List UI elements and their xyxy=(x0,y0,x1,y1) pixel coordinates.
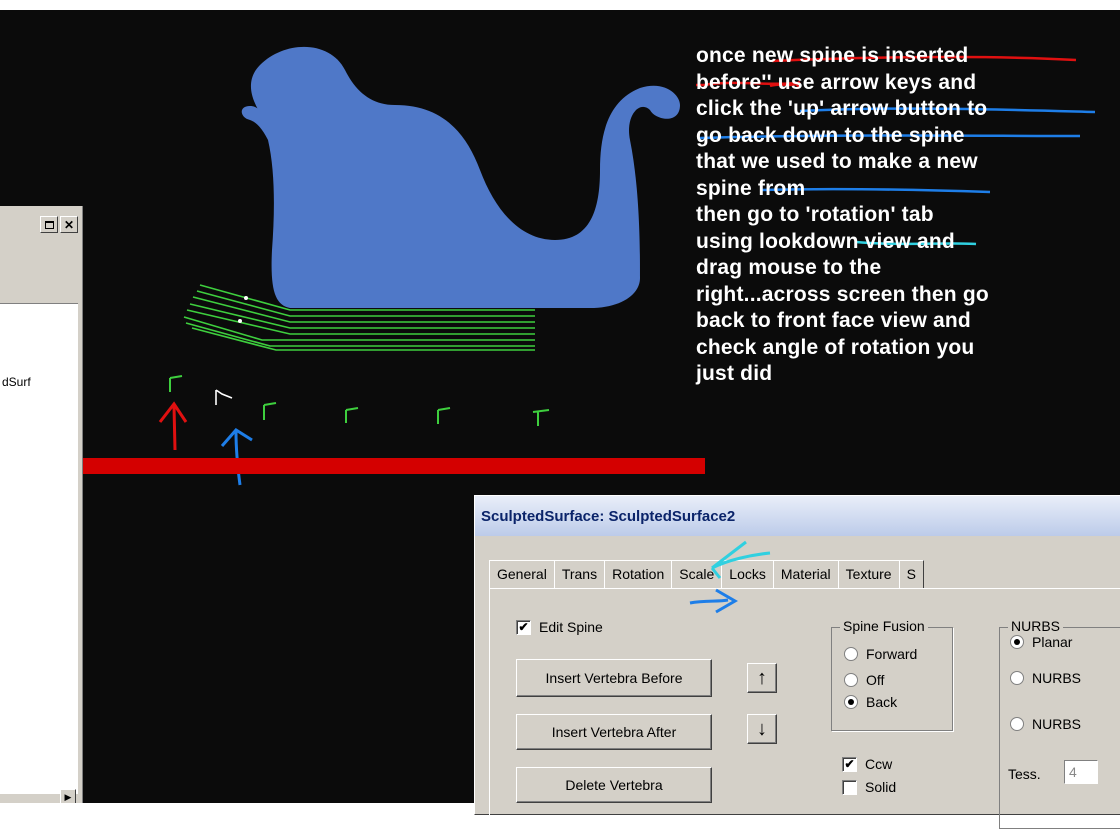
tab-locks[interactable]: Locks xyxy=(721,560,774,589)
checkbox-box xyxy=(842,779,857,795)
tab-scale[interactable]: Scale xyxy=(671,560,723,589)
dialog-title[interactable]: SculptedSurface: SculptedSurface2 xyxy=(475,496,1120,536)
tab-texture[interactable]: Texture xyxy=(837,560,900,589)
nurbs-group: NURBS Planar NURBS NURBS Tess. 4 xyxy=(999,618,1120,829)
annotation-line: right...across screen then go xyxy=(696,282,989,306)
radio-label: Forward xyxy=(866,646,918,662)
radio-dot xyxy=(844,647,858,661)
radio-nurbs-1[interactable]: NURBS xyxy=(1010,670,1081,686)
radio-nurbs-2[interactable]: NURBS xyxy=(1010,716,1081,732)
delete-vertebra-button[interactable]: Delete Vertebra xyxy=(516,767,712,803)
ground-bar xyxy=(83,458,705,474)
tab-strip: General Trans Rotation Scale Locks Mater… xyxy=(489,560,924,589)
solid-label: Solid xyxy=(865,779,897,795)
radio-dot-selected xyxy=(1010,635,1024,649)
radio-off[interactable]: Off xyxy=(844,672,884,688)
edit-spine-checkbox[interactable]: ✔ Edit Spine xyxy=(516,619,603,635)
annotation-line: just did xyxy=(696,362,773,385)
annotation-line: back to front face view and xyxy=(696,309,971,332)
annotation-line: check angle of rotation you xyxy=(696,335,975,359)
arrow-up-icon: ↑ xyxy=(757,666,767,689)
radio-back[interactable]: Back xyxy=(844,694,897,710)
annotation-line: spine from xyxy=(696,176,806,200)
radio-dot xyxy=(844,673,858,687)
radio-dot xyxy=(1010,671,1024,685)
annotation-line: that we used to make a new xyxy=(696,150,978,173)
checkbox-box: ✔ xyxy=(516,619,531,635)
radio-label: NURBS xyxy=(1032,670,1082,686)
instruction-annotation: once new spine is inserted before'' use … xyxy=(696,43,1116,388)
down-arrow-button[interactable]: ↓ xyxy=(747,714,777,744)
ccw-label: Ccw xyxy=(865,756,893,772)
arrow-down-icon: ↓ xyxy=(757,717,767,740)
nurbs-legend: NURBS xyxy=(1008,618,1064,634)
spine-fusion-legend: Spine Fusion xyxy=(840,618,928,634)
vertebra-marks xyxy=(169,375,550,426)
insert-vertebra-before-button[interactable]: Insert Vertebra Before xyxy=(516,659,712,697)
tab-material[interactable]: Material xyxy=(772,560,839,589)
sculpted-surface-dialog: SculptedSurface: SculptedSurface2 Genera… xyxy=(474,495,1120,829)
tess-label: Tess. xyxy=(1008,766,1041,782)
annotation-line: once new spine is inserted xyxy=(696,44,969,67)
annotation-line: drag mouse to the xyxy=(696,256,882,279)
tab-rotation[interactable]: Rotation xyxy=(604,560,673,589)
red-arrow xyxy=(158,401,188,451)
spine-fusion-group: Spine Fusion Forward Off Back xyxy=(831,618,953,731)
tab-panel: ✔ Edit Spine Insert Vertebra Before Inse… xyxy=(489,588,1120,829)
checkbox-box: ✔ xyxy=(842,756,857,772)
ccw-checkbox[interactable]: ✔ Ccw xyxy=(842,756,892,772)
radio-forward[interactable]: Forward xyxy=(844,646,917,662)
edit-spine-label: Edit Spine xyxy=(539,619,603,635)
annotation-line: using lookdown view and xyxy=(696,229,955,253)
tess-input[interactable]: 4 xyxy=(1064,760,1098,784)
tab-trans[interactable]: Trans xyxy=(553,560,606,589)
radio-planar[interactable]: Planar xyxy=(1010,634,1072,650)
annotation-line: before'' use arrow keys and xyxy=(696,70,977,94)
radio-label: NURBS xyxy=(1032,716,1082,732)
radio-label: Back xyxy=(866,694,898,710)
tab-general[interactable]: General xyxy=(489,560,555,589)
solid-checkbox[interactable]: Solid xyxy=(842,779,896,795)
sled-shape xyxy=(241,46,680,308)
up-arrow-button[interactable]: ↑ xyxy=(747,663,777,693)
radio-dot-selected xyxy=(844,695,858,709)
annotation-line: click the 'up' arrow button to xyxy=(696,97,988,120)
annotation-line: go back down to the spine xyxy=(696,123,965,147)
radio-label: Off xyxy=(866,672,885,688)
radio-label: Planar xyxy=(1032,634,1073,650)
tab-spine[interactable]: S xyxy=(898,560,924,589)
annotation-line: then go to 'rotation' tab xyxy=(696,203,934,226)
radio-dot xyxy=(1010,717,1024,731)
insert-vertebra-after-button[interactable]: Insert Vertebra After xyxy=(516,714,712,750)
